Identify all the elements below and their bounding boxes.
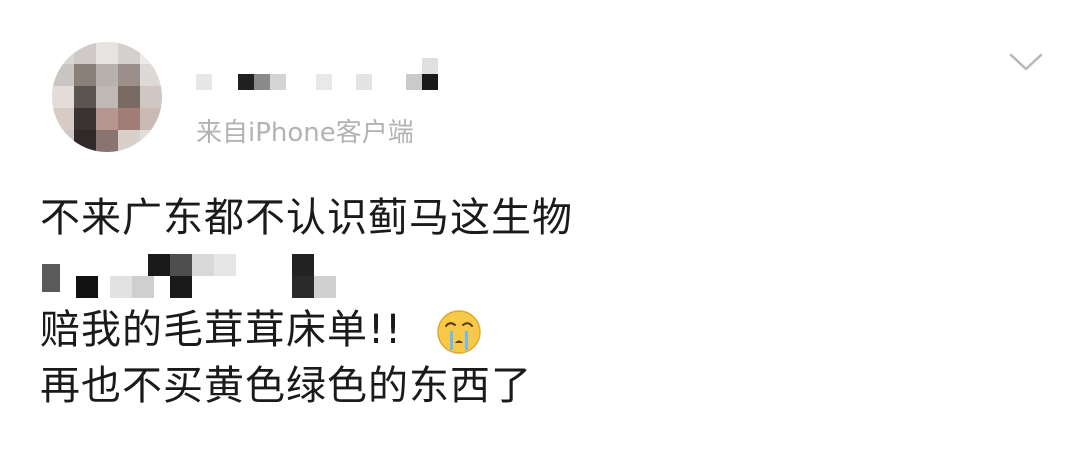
crying-face-emoji-icon: [436, 309, 482, 355]
chevron-down-icon[interactable]: [1008, 50, 1044, 74]
post-line-1: 不来广东都不认识蓟马这生物: [40, 195, 573, 241]
post-line-3: 赔我的毛茸茸床单!!: [40, 302, 1020, 358]
post-meta: 来自iPhone客户端: [196, 112, 576, 152]
post-client: 来自iPhone客户端: [196, 117, 414, 148]
post-body: 不来广东都不认识蓟马这生物 赔我的毛茸茸床单!! 再也不买黄色绿色的东西了: [40, 190, 1020, 414]
post-line-redacted: [40, 246, 1020, 302]
username-redacted[interactable]: [196, 56, 456, 106]
post-line-3-text: 赔我的毛茸茸床单!!: [40, 307, 403, 353]
post-line-4: 再也不买黄色绿色的东西了: [40, 363, 532, 409]
avatar[interactable]: [52, 42, 162, 152]
